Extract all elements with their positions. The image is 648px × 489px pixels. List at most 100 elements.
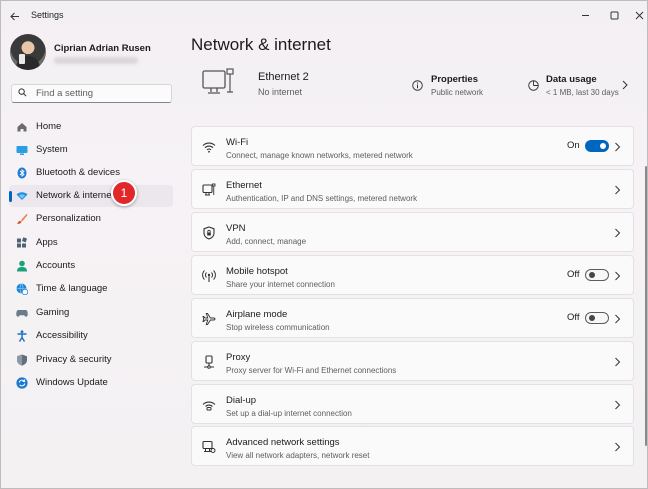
brush-icon bbox=[17, 214, 28, 224]
adapter-name: Ethernet 2 bbox=[258, 71, 309, 83]
airplane-mode-card[interactable]: Airplane mode Stop wireless communicatio… bbox=[191, 298, 634, 338]
sidebar-item-label: Gaming bbox=[36, 307, 70, 318]
sidebar-item-accessibility[interactable]: Accessibility bbox=[9, 325, 173, 347]
card-title: Dial-up bbox=[226, 395, 257, 406]
scrollbar[interactable] bbox=[645, 166, 647, 446]
annotation-badge-1: 1 bbox=[111, 180, 137, 206]
sidebar-item-label: Home bbox=[36, 121, 62, 132]
wifi-icon bbox=[202, 142, 216, 153]
card-subtitle: Proxy server for Wi-Fi and Ethernet conn… bbox=[226, 366, 397, 375]
card-title: Mobile hotspot bbox=[226, 266, 288, 277]
search-box[interactable] bbox=[11, 84, 172, 103]
advanced-network-icon bbox=[202, 440, 216, 453]
card-title: Wi-Fi bbox=[226, 137, 249, 148]
home-icon bbox=[17, 123, 27, 132]
sidebar-item-network[interactable]: Network & internet bbox=[9, 185, 173, 207]
card-title: Proxy bbox=[226, 352, 251, 363]
monitor-icon bbox=[202, 68, 234, 94]
apps-icon bbox=[17, 237, 28, 248]
data-usage-title: Data usage bbox=[546, 74, 597, 85]
hotspot-icon bbox=[202, 270, 216, 282]
sidebar-item-gaming[interactable]: Gaming bbox=[9, 302, 173, 324]
sidebar-item-label: Accessibility bbox=[36, 330, 88, 341]
chevron-right-icon bbox=[615, 314, 621, 324]
sidebar-item-accounts[interactable]: Accounts bbox=[9, 255, 173, 277]
card-subtitle: Connect, manage known networks, metered … bbox=[226, 151, 413, 160]
card-subtitle: Authentication, IP and DNS settings, met… bbox=[226, 194, 418, 203]
sidebar-item-label: Apps bbox=[36, 237, 58, 248]
page-title: Network & internet bbox=[191, 35, 331, 54]
data-usage-sub: < 1 MB, last 30 days bbox=[546, 88, 619, 97]
accounts-icon bbox=[17, 260, 27, 272]
mobile-hotspot-card[interactable]: Mobile hotspot Share your internet conne… bbox=[191, 255, 634, 295]
ethernet-card[interactable]: Ethernet Authentication, IP and DNS sett… bbox=[191, 169, 634, 209]
vpn-shield-icon bbox=[203, 226, 215, 240]
sidebar-item-windows-update[interactable]: Windows Update bbox=[9, 372, 173, 394]
chevron-right-icon bbox=[615, 271, 621, 281]
sidebar-item-label: Time & language bbox=[36, 283, 108, 294]
card-title: VPN bbox=[226, 223, 246, 234]
chevron-right-icon bbox=[615, 400, 621, 410]
chevron-right-icon bbox=[615, 185, 621, 195]
card-title: Airplane mode bbox=[226, 309, 288, 320]
minimize-button[interactable] bbox=[573, 5, 597, 25]
info-icon bbox=[412, 80, 423, 91]
sidebar-item-bluetooth[interactable]: Bluetooth & devices bbox=[9, 162, 173, 184]
dial-up-card[interactable]: Dial-up Set up a dial-up internet connec… bbox=[191, 384, 634, 424]
network-icon bbox=[16, 192, 28, 200]
hotspot-toggle-state: Off bbox=[567, 269, 580, 280]
card-title: Ethernet bbox=[226, 180, 262, 191]
back-button[interactable] bbox=[5, 7, 25, 25]
card-subtitle: Set up a dial-up internet connection bbox=[226, 409, 352, 418]
airplane-toggle-state: Off bbox=[567, 312, 580, 323]
chevron-right-icon bbox=[615, 228, 621, 238]
sidebar-item-system[interactable]: System bbox=[9, 139, 173, 161]
wifi-toggle[interactable] bbox=[585, 140, 609, 152]
hotspot-toggle[interactable] bbox=[585, 269, 609, 281]
sidebar-item-label: System bbox=[36, 144, 68, 155]
proxy-card[interactable]: Proxy Proxy server for Wi-Fi and Etherne… bbox=[191, 341, 634, 381]
close-button[interactable] bbox=[627, 5, 647, 25]
settings-window: Settings Ciprian Adrian Rusen Home Syste… bbox=[0, 0, 648, 489]
sidebar-item-label: Bluetooth & devices bbox=[36, 167, 120, 178]
card-title: Advanced network settings bbox=[226, 437, 340, 448]
sidebar-item-time-language[interactable]: Time & language bbox=[9, 278, 173, 300]
sidebar-item-label: Privacy & security bbox=[36, 354, 112, 365]
sidebar-item-label: Personalization bbox=[36, 213, 101, 224]
sidebar-item-home[interactable]: Home bbox=[9, 116, 173, 138]
globe-clock-icon bbox=[16, 283, 28, 295]
chevron-right-icon bbox=[615, 142, 621, 152]
adapter-status: No internet bbox=[258, 87, 303, 97]
user-name: Ciprian Adrian Rusen bbox=[54, 43, 151, 54]
back-arrow-icon bbox=[10, 12, 19, 20]
minimize-icon bbox=[581, 14, 589, 16]
dialup-icon bbox=[202, 401, 216, 411]
update-icon bbox=[16, 377, 28, 389]
title-bar: Settings bbox=[1, 1, 647, 31]
proxy-icon bbox=[204, 355, 214, 369]
system-icon bbox=[16, 146, 28, 155]
avatar[interactable] bbox=[10, 34, 46, 70]
wifi-card[interactable]: Wi-Fi Connect, manage known networks, me… bbox=[191, 126, 634, 166]
airplane-toggle[interactable] bbox=[585, 312, 609, 324]
accessibility-icon bbox=[17, 330, 27, 342]
sidebar-item-apps[interactable]: Apps bbox=[9, 232, 173, 254]
shield-icon bbox=[17, 354, 27, 366]
card-subtitle: Add, connect, manage bbox=[226, 237, 307, 246]
sidebar-item-label: Accounts bbox=[36, 260, 76, 271]
sidebar-item-label: Network & internet bbox=[36, 190, 115, 201]
maximize-button[interactable] bbox=[602, 5, 626, 25]
user-email-redacted bbox=[54, 57, 138, 64]
vpn-card[interactable]: VPN Add, connect, manage bbox=[191, 212, 634, 252]
selection-indicator bbox=[9, 191, 12, 202]
ethernet-icon bbox=[202, 183, 216, 196]
chevron-right-icon bbox=[622, 80, 628, 90]
advanced-network-settings-card[interactable]: Advanced network settings View all netwo… bbox=[191, 426, 634, 466]
sidebar-item-privacy-security[interactable]: Privacy & security bbox=[9, 349, 173, 371]
search-input[interactable] bbox=[36, 87, 166, 100]
properties-title: Properties bbox=[431, 74, 478, 85]
search-icon bbox=[18, 88, 27, 97]
sidebar-item-personalization[interactable]: Personalization bbox=[9, 208, 173, 230]
gamepad-icon bbox=[16, 310, 28, 317]
card-subtitle: Share your internet connection bbox=[226, 280, 335, 289]
